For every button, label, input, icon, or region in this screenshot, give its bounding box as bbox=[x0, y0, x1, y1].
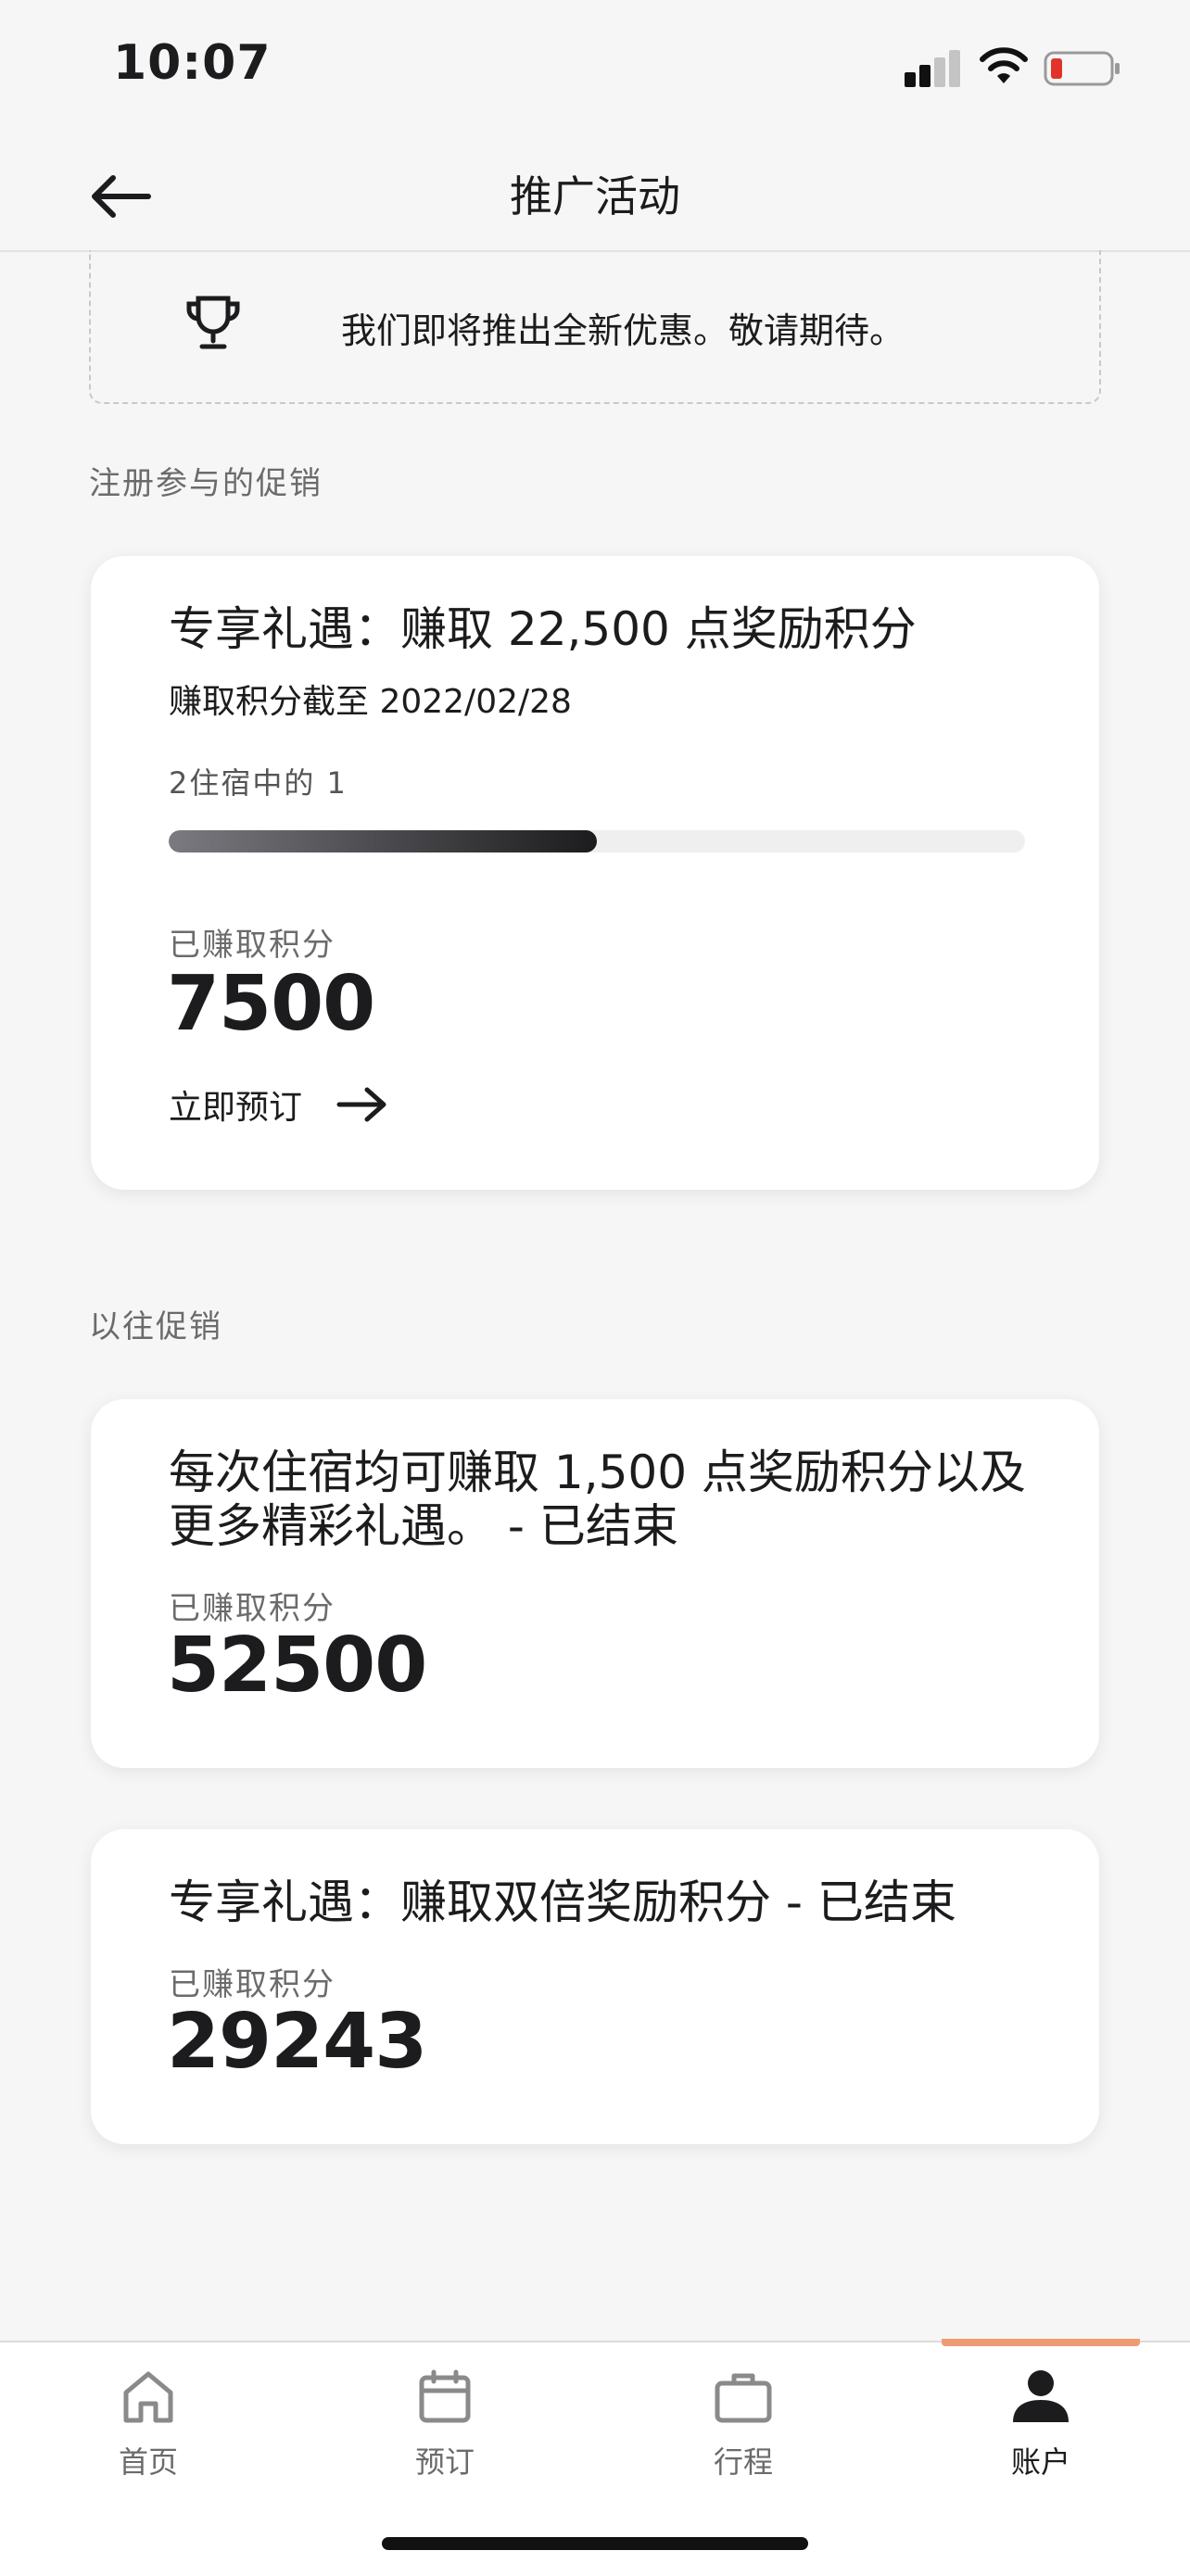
promo-title: 每次住宿均可赚取 1,500 点奖励积分以及更多精彩礼遇。 - 已结束 bbox=[169, 1446, 1026, 1553]
promo-title: 专享礼遇：赚取双倍奖励积分 - 已结束 bbox=[169, 1875, 956, 1929]
status-time: 10:07 bbox=[113, 35, 272, 91]
tab-trips[interactable]: 行程 bbox=[669, 2368, 817, 2481]
earned-points-value: 29243 bbox=[167, 1998, 427, 2086]
progress-bar bbox=[169, 830, 1025, 852]
enrolled-promo-card[interactable]: 专享礼遇：赚取 22,500 点奖励积分 赚取积分截至 2022/02/28 2… bbox=[91, 556, 1099, 1190]
earned-points-label: 已赚取积分 bbox=[169, 927, 335, 964]
person-icon bbox=[1013, 2370, 1069, 2422]
book-now-label: 立即预订 bbox=[169, 1089, 303, 1127]
cellular-signal-icon bbox=[905, 50, 960, 87]
progress-fill bbox=[169, 830, 597, 852]
tab-booking[interactable]: 预订 bbox=[371, 2368, 519, 2481]
past-promo-card[interactable]: 专享礼遇：赚取双倍奖励积分 - 已结束 已赚取积分 29243 bbox=[91, 1829, 1099, 2144]
home-indicator bbox=[382, 2537, 808, 2550]
nav-bar: 推广活动 bbox=[0, 139, 1190, 252]
coming-soon-notice: 我们即将推出全新优惠。敬请期待。 bbox=[89, 250, 1101, 404]
tab-account[interactable]: 账户 bbox=[967, 2368, 1115, 2481]
briefcase-icon bbox=[715, 2373, 772, 2423]
tab-home[interactable]: 首页 bbox=[74, 2368, 222, 2481]
calendar-icon bbox=[419, 2369, 471, 2423]
section-label-enrolled: 注册参与的促销 bbox=[89, 465, 323, 502]
battery-icon bbox=[1044, 51, 1120, 86]
tab-label: 账户 bbox=[1010, 2444, 1070, 2480]
status-bar: 10:07 bbox=[0, 0, 1190, 139]
tab-label: 首页 bbox=[118, 2444, 178, 2480]
section-label-past: 以往促销 bbox=[89, 1308, 222, 1345]
home-icon bbox=[123, 2371, 173, 2423]
trophy-icon bbox=[186, 296, 240, 349]
active-tab-indicator bbox=[942, 2339, 1140, 2346]
earned-points-value: 52500 bbox=[167, 1622, 427, 1710]
arrow-right-icon bbox=[336, 1087, 386, 1122]
wifi-icon bbox=[980, 47, 1028, 83]
past-promo-card[interactable]: 每次住宿均可赚取 1,500 点奖励积分以及更多精彩礼遇。 - 已结束 已赚取积… bbox=[91, 1399, 1099, 1768]
tab-label: 行程 bbox=[713, 2444, 773, 2480]
tab-label: 预订 bbox=[414, 2444, 475, 2480]
notice-text: 我们即将推出全新优惠。敬请期待。 bbox=[341, 310, 905, 351]
earned-points-value: 7500 bbox=[167, 960, 375, 1048]
progress-label: 2住宿中的 1 bbox=[169, 765, 348, 801]
book-now-link[interactable]: 立即预订 bbox=[169, 1080, 387, 1129]
page-title: 推广活动 bbox=[510, 171, 680, 221]
promo-deadline: 赚取积分截至 2022/02/28 bbox=[169, 683, 572, 721]
promo-title: 专享礼遇：赚取 22,500 点奖励积分 bbox=[169, 602, 917, 656]
